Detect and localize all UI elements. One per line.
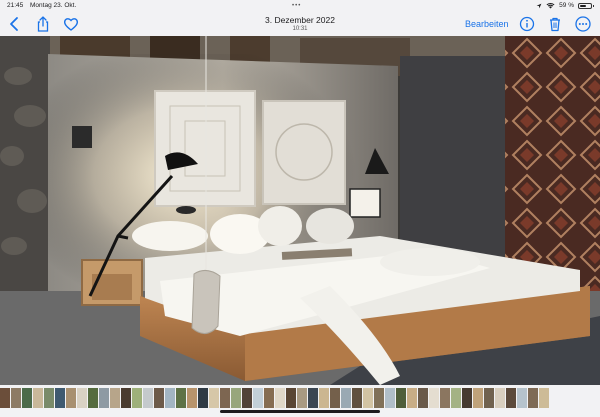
thumbnail-item[interactable] — [11, 388, 21, 408]
photo-toolbar: 3. Dezember 2022 10:31 Bearbeiten — [0, 12, 600, 36]
thumbnail-item[interactable] — [242, 388, 252, 408]
battery-icon — [578, 2, 594, 9]
thumbnail-item[interactable] — [528, 388, 538, 408]
thumbnail-item[interactable] — [341, 388, 351, 408]
thumbnail-item[interactable] — [264, 388, 274, 408]
thumbnail-item[interactable] — [462, 388, 472, 408]
thumbnail-item[interactable] — [275, 388, 285, 408]
edit-button[interactable]: Bearbeiten — [465, 19, 509, 29]
thumbnail-item[interactable] — [165, 388, 175, 408]
thumbnail-item[interactable] — [132, 388, 142, 408]
thumbnail-item[interactable] — [352, 388, 362, 408]
thumbnail-item[interactable] — [88, 388, 98, 408]
thumbnail-item[interactable] — [517, 388, 527, 408]
thumbnail-item[interactable] — [231, 388, 241, 408]
thumbnail-item[interactable] — [385, 388, 395, 408]
thumbnail-list — [0, 388, 549, 408]
thumbnail-item[interactable] — [0, 388, 10, 408]
thumbnail-item[interactable] — [110, 388, 120, 408]
photo-time-subtitle: 10:31 — [292, 26, 308, 32]
more-icon[interactable] — [574, 15, 592, 33]
thumbnail-item[interactable] — [418, 388, 428, 408]
thumbnail-item[interactable] — [55, 388, 65, 408]
thumbnail-item[interactable] — [22, 388, 32, 408]
thumbnail-item[interactable] — [506, 388, 516, 408]
info-icon[interactable] — [518, 15, 536, 33]
photo-date-title: 3. Dezember 2022 — [265, 15, 335, 25]
thumbnail-item[interactable] — [176, 388, 186, 408]
battery-percent: 59 % — [559, 2, 574, 9]
multitasking-dots-icon[interactable]: ••• — [292, 3, 301, 9]
thumbnail-item[interactable] — [187, 388, 197, 408]
thumbnail-item[interactable] — [440, 388, 450, 408]
thumbnail-item[interactable] — [44, 388, 54, 408]
thumbnail-item[interactable] — [143, 388, 153, 408]
thumbnail-item[interactable] — [374, 388, 384, 408]
thumbnail-item[interactable] — [297, 388, 307, 408]
thumbnail-item[interactable] — [77, 388, 87, 408]
thumbnail-item[interactable] — [484, 388, 494, 408]
thumbnail-item[interactable] — [99, 388, 109, 408]
thumbnail-item[interactable] — [539, 388, 549, 408]
wifi-icon — [546, 2, 555, 9]
thumbnail-item[interactable] — [33, 388, 43, 408]
location-icon — [536, 3, 542, 8]
thumbnail-item[interactable] — [220, 388, 230, 408]
status-right: 59 % — [536, 2, 594, 9]
thumbnail-item[interactable] — [121, 388, 131, 408]
thumbnail-item[interactable] — [495, 388, 505, 408]
status-bar: 21:45 Montag 23. Okt. ••• 59 % — [0, 0, 600, 12]
thumbnail-item[interactable] — [330, 388, 340, 408]
thumbnail-item[interactable] — [253, 388, 263, 408]
thumbnail-item[interactable] — [198, 388, 208, 408]
trash-icon[interactable] — [546, 15, 564, 33]
thumbnail-item[interactable] — [407, 388, 417, 408]
home-indicator[interactable] — [220, 410, 380, 413]
thumbnail-item[interactable] — [154, 388, 164, 408]
thumbnail-item[interactable] — [429, 388, 439, 408]
thumbnail-item[interactable] — [363, 388, 373, 408]
status-date: Montag 23. Okt. — [30, 2, 77, 9]
thumbnail-item[interactable] — [209, 388, 219, 408]
thumbnail-item[interactable] — [473, 388, 483, 408]
main-photo[interactable] — [0, 36, 600, 385]
thumbnail-item[interactable] — [66, 388, 76, 408]
battery-fill — [580, 4, 586, 7]
thumbnail-item[interactable] — [451, 388, 461, 408]
thumbnail-item[interactable] — [286, 388, 296, 408]
status-time: 21:45 — [7, 2, 24, 9]
thumbnail-strip[interactable] — [0, 386, 600, 410]
thumbnail-item[interactable] — [396, 388, 406, 408]
thumbnail-item[interactable] — [319, 388, 329, 408]
thumbnail-item[interactable] — [308, 388, 318, 408]
